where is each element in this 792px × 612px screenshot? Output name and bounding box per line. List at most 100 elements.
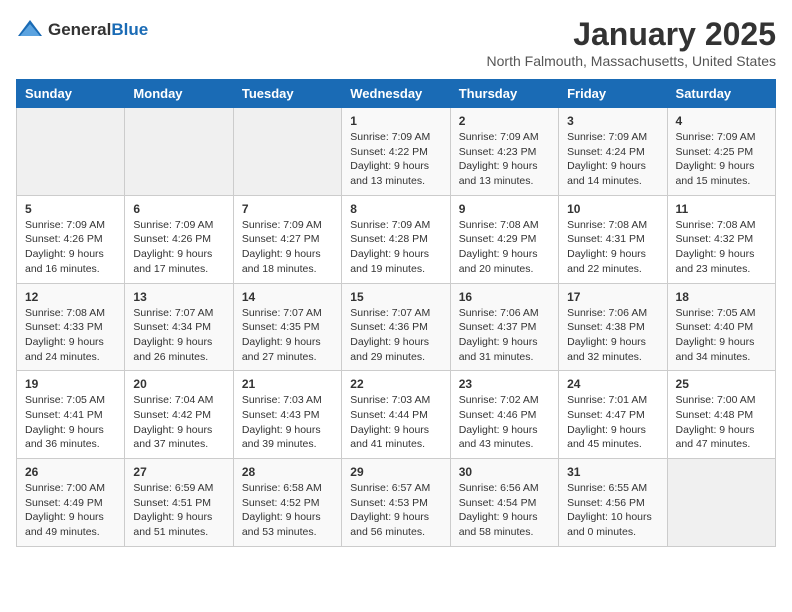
calendar-cell: 31Sunrise: 6:55 AMSunset: 4:56 PMDayligh… (559, 459, 667, 547)
day-info: Sunrise: 7:03 AMSunset: 4:43 PMDaylight:… (242, 393, 333, 452)
calendar-cell: 20Sunrise: 7:04 AMSunset: 4:42 PMDayligh… (125, 371, 233, 459)
calendar-week-row: 19 Sunrise: 7:05 AMSunset: 4:41 PMDayligh… (17, 371, 776, 459)
calendar-cell: 15Sunrise: 7:07 AMSunset: 4:36 PMDayligh… (342, 283, 450, 371)
day-number: 27 (133, 465, 224, 479)
calendar-body: 1 Sunrise: 7:09 AMSunset: 4:22 PMDaylight… (17, 108, 776, 547)
day-number: 14 (242, 290, 333, 304)
calendar-cell: 1 Sunrise: 7:09 AMSunset: 4:22 PMDaylight… (342, 108, 450, 196)
weekday-header: Friday (559, 80, 667, 108)
calendar-cell: 3 Sunrise: 7:09 AMSunset: 4:24 PMDaylight… (559, 108, 667, 196)
calendar-cell: 25 Sunrise: 7:00 AMSunset: 4:48 PMDayligh… (667, 371, 775, 459)
calendar-cell: 19 Sunrise: 7:05 AMSunset: 4:41 PMDayligh… (17, 371, 125, 459)
day-number: 26 (25, 465, 116, 479)
calendar-cell: 9 Sunrise: 7:08 AMSunset: 4:29 PMDaylight… (450, 195, 558, 283)
calendar-cell: 28 Sunrise: 6:58 AMSunset: 4:52 PMDayligh… (233, 459, 341, 547)
day-number: 21 (242, 377, 333, 391)
day-info: Sunrise: 7:02 AMSunset: 4:46 PMDaylight:… (459, 393, 550, 452)
day-number: 30 (459, 465, 550, 479)
day-number: 11 (676, 202, 767, 216)
day-number: 12 (25, 290, 116, 304)
day-info: Sunrise: 7:08 AMSunset: 4:31 PMDaylight:… (567, 218, 658, 277)
calendar-cell: 23 Sunrise: 7:02 AMSunset: 4:46 PMDayligh… (450, 371, 558, 459)
day-info: Sunrise: 7:09 AMSunset: 4:27 PMDaylight:… (242, 218, 333, 277)
weekday-header: Thursday (450, 80, 558, 108)
day-number: 6 (133, 202, 224, 216)
weekday-header: Monday (125, 80, 233, 108)
day-number: 16 (459, 290, 550, 304)
day-info: Sunrise: 7:06 AMSunset: 4:38 PMDaylight:… (567, 306, 658, 365)
day-number: 24 (567, 377, 658, 391)
day-number: 19 (25, 377, 116, 391)
calendar-cell (17, 108, 125, 196)
calendar-cell (125, 108, 233, 196)
calendar-cell: 18Sunrise: 7:05 AMSunset: 4:40 PMDayligh… (667, 283, 775, 371)
calendar-cell: 22Sunrise: 7:03 AMSunset: 4:44 PMDayligh… (342, 371, 450, 459)
day-info: Sunrise: 6:56 AMSunset: 4:54 PMDaylight:… (459, 481, 550, 540)
day-info: Sunrise: 6:58 AMSunset: 4:52 PMDaylight:… (242, 481, 333, 540)
day-info: Sunrise: 7:00 AMSunset: 4:48 PMDaylight:… (676, 393, 767, 452)
day-number: 8 (350, 202, 441, 216)
calendar-cell: 4Sunrise: 7:09 AMSunset: 4:25 PMDaylight… (667, 108, 775, 196)
day-number: 25 (676, 377, 767, 391)
day-info: Sunrise: 6:59 AMSunset: 4:51 PMDaylight:… (133, 481, 224, 540)
title-block: January 2025 North Falmouth, Massachuset… (487, 16, 776, 69)
calendar-cell: 14Sunrise: 7:07 AMSunset: 4:35 PMDayligh… (233, 283, 341, 371)
weekday-header: Tuesday (233, 80, 341, 108)
calendar-cell: 27 Sunrise: 6:59 AMSunset: 4:51 PMDayligh… (125, 459, 233, 547)
day-number: 29 (350, 465, 441, 479)
calendar-week-row: 5 Sunrise: 7:09 AMSunset: 4:26 PMDaylight… (17, 195, 776, 283)
logo-text: GeneralBlue (48, 20, 148, 40)
calendar-cell: 29 Sunrise: 6:57 AMSunset: 4:53 PMDayligh… (342, 459, 450, 547)
day-number: 22 (350, 377, 441, 391)
day-number: 31 (567, 465, 658, 479)
day-info: Sunrise: 7:08 AMSunset: 4:33 PMDaylight:… (25, 306, 116, 365)
day-info: Sunrise: 7:04 AMSunset: 4:42 PMDaylight:… (133, 393, 224, 452)
calendar-table: SundayMondayTuesdayWednesdayThursdayFrid… (16, 79, 776, 547)
day-info: Sunrise: 7:07 AMSunset: 4:34 PMDaylight:… (133, 306, 224, 365)
day-number: 7 (242, 202, 333, 216)
calendar-subtitle: North Falmouth, Massachusetts, United St… (487, 53, 776, 69)
day-number: 18 (676, 290, 767, 304)
weekday-header: Sunday (17, 80, 125, 108)
day-info: Sunrise: 7:08 AMSunset: 4:29 PMDaylight:… (459, 218, 550, 277)
calendar-cell: 2 Sunrise: 7:09 AMSunset: 4:23 PMDaylight… (450, 108, 558, 196)
day-number: 28 (242, 465, 333, 479)
calendar-cell (233, 108, 341, 196)
day-info: Sunrise: 7:09 AMSunset: 4:22 PMDaylight:… (350, 130, 441, 189)
calendar-cell: 21 Sunrise: 7:03 AMSunset: 4:43 PMDayligh… (233, 371, 341, 459)
calendar-cell (667, 459, 775, 547)
day-info: Sunrise: 7:00 AMSunset: 4:49 PMDaylight:… (25, 481, 116, 540)
day-info: Sunrise: 6:57 AMSunset: 4:53 PMDaylight:… (350, 481, 441, 540)
calendar-cell: 5 Sunrise: 7:09 AMSunset: 4:26 PMDaylight… (17, 195, 125, 283)
calendar-cell: 17 Sunrise: 7:06 AMSunset: 4:38 PMDayligh… (559, 283, 667, 371)
calendar-cell: 6 Sunrise: 7:09 AMSunset: 4:26 PMDaylight… (125, 195, 233, 283)
calendar-cell: 12 Sunrise: 7:08 AMSunset: 4:33 PMDayligh… (17, 283, 125, 371)
day-number: 4 (676, 114, 767, 128)
day-info: Sunrise: 7:07 AMSunset: 4:36 PMDaylight:… (350, 306, 441, 365)
day-info: Sunrise: 7:09 AMSunset: 4:24 PMDaylight:… (567, 130, 658, 189)
calendar-header: SundayMondayTuesdayWednesdayThursdayFrid… (17, 80, 776, 108)
day-info: Sunrise: 7:09 AMSunset: 4:26 PMDaylight:… (133, 218, 224, 277)
day-info: Sunrise: 7:09 AMSunset: 4:23 PMDaylight:… (459, 130, 550, 189)
calendar-cell: 13 Sunrise: 7:07 AMSunset: 4:34 PMDayligh… (125, 283, 233, 371)
day-number: 23 (459, 377, 550, 391)
day-number: 9 (459, 202, 550, 216)
day-info: Sunrise: 7:05 AMSunset: 4:41 PMDaylight:… (25, 393, 116, 452)
calendar-cell: 24 Sunrise: 7:01 AMSunset: 4:47 PMDayligh… (559, 371, 667, 459)
day-number: 2 (459, 114, 550, 128)
day-number: 3 (567, 114, 658, 128)
calendar-cell: 26 Sunrise: 7:00 AMSunset: 4:49 PMDayligh… (17, 459, 125, 547)
calendar-cell: 7 Sunrise: 7:09 AMSunset: 4:27 PMDaylight… (233, 195, 341, 283)
day-number: 5 (25, 202, 116, 216)
day-number: 17 (567, 290, 658, 304)
day-number: 13 (133, 290, 224, 304)
calendar-week-row: 26 Sunrise: 7:00 AMSunset: 4:49 PMDayligh… (17, 459, 776, 547)
day-info: Sunrise: 7:08 AMSunset: 4:32 PMDaylight:… (676, 218, 767, 277)
day-info: Sunrise: 7:09 AMSunset: 4:26 PMDaylight:… (25, 218, 116, 277)
day-number: 1 (350, 114, 441, 128)
calendar-week-row: 12 Sunrise: 7:08 AMSunset: 4:33 PMDayligh… (17, 283, 776, 371)
calendar-cell: 11 Sunrise: 7:08 AMSunset: 4:32 PMDayligh… (667, 195, 775, 283)
calendar-title: January 2025 (487, 16, 776, 53)
weekday-header: Wednesday (342, 80, 450, 108)
day-info: Sunrise: 7:01 AMSunset: 4:47 PMDaylight:… (567, 393, 658, 452)
